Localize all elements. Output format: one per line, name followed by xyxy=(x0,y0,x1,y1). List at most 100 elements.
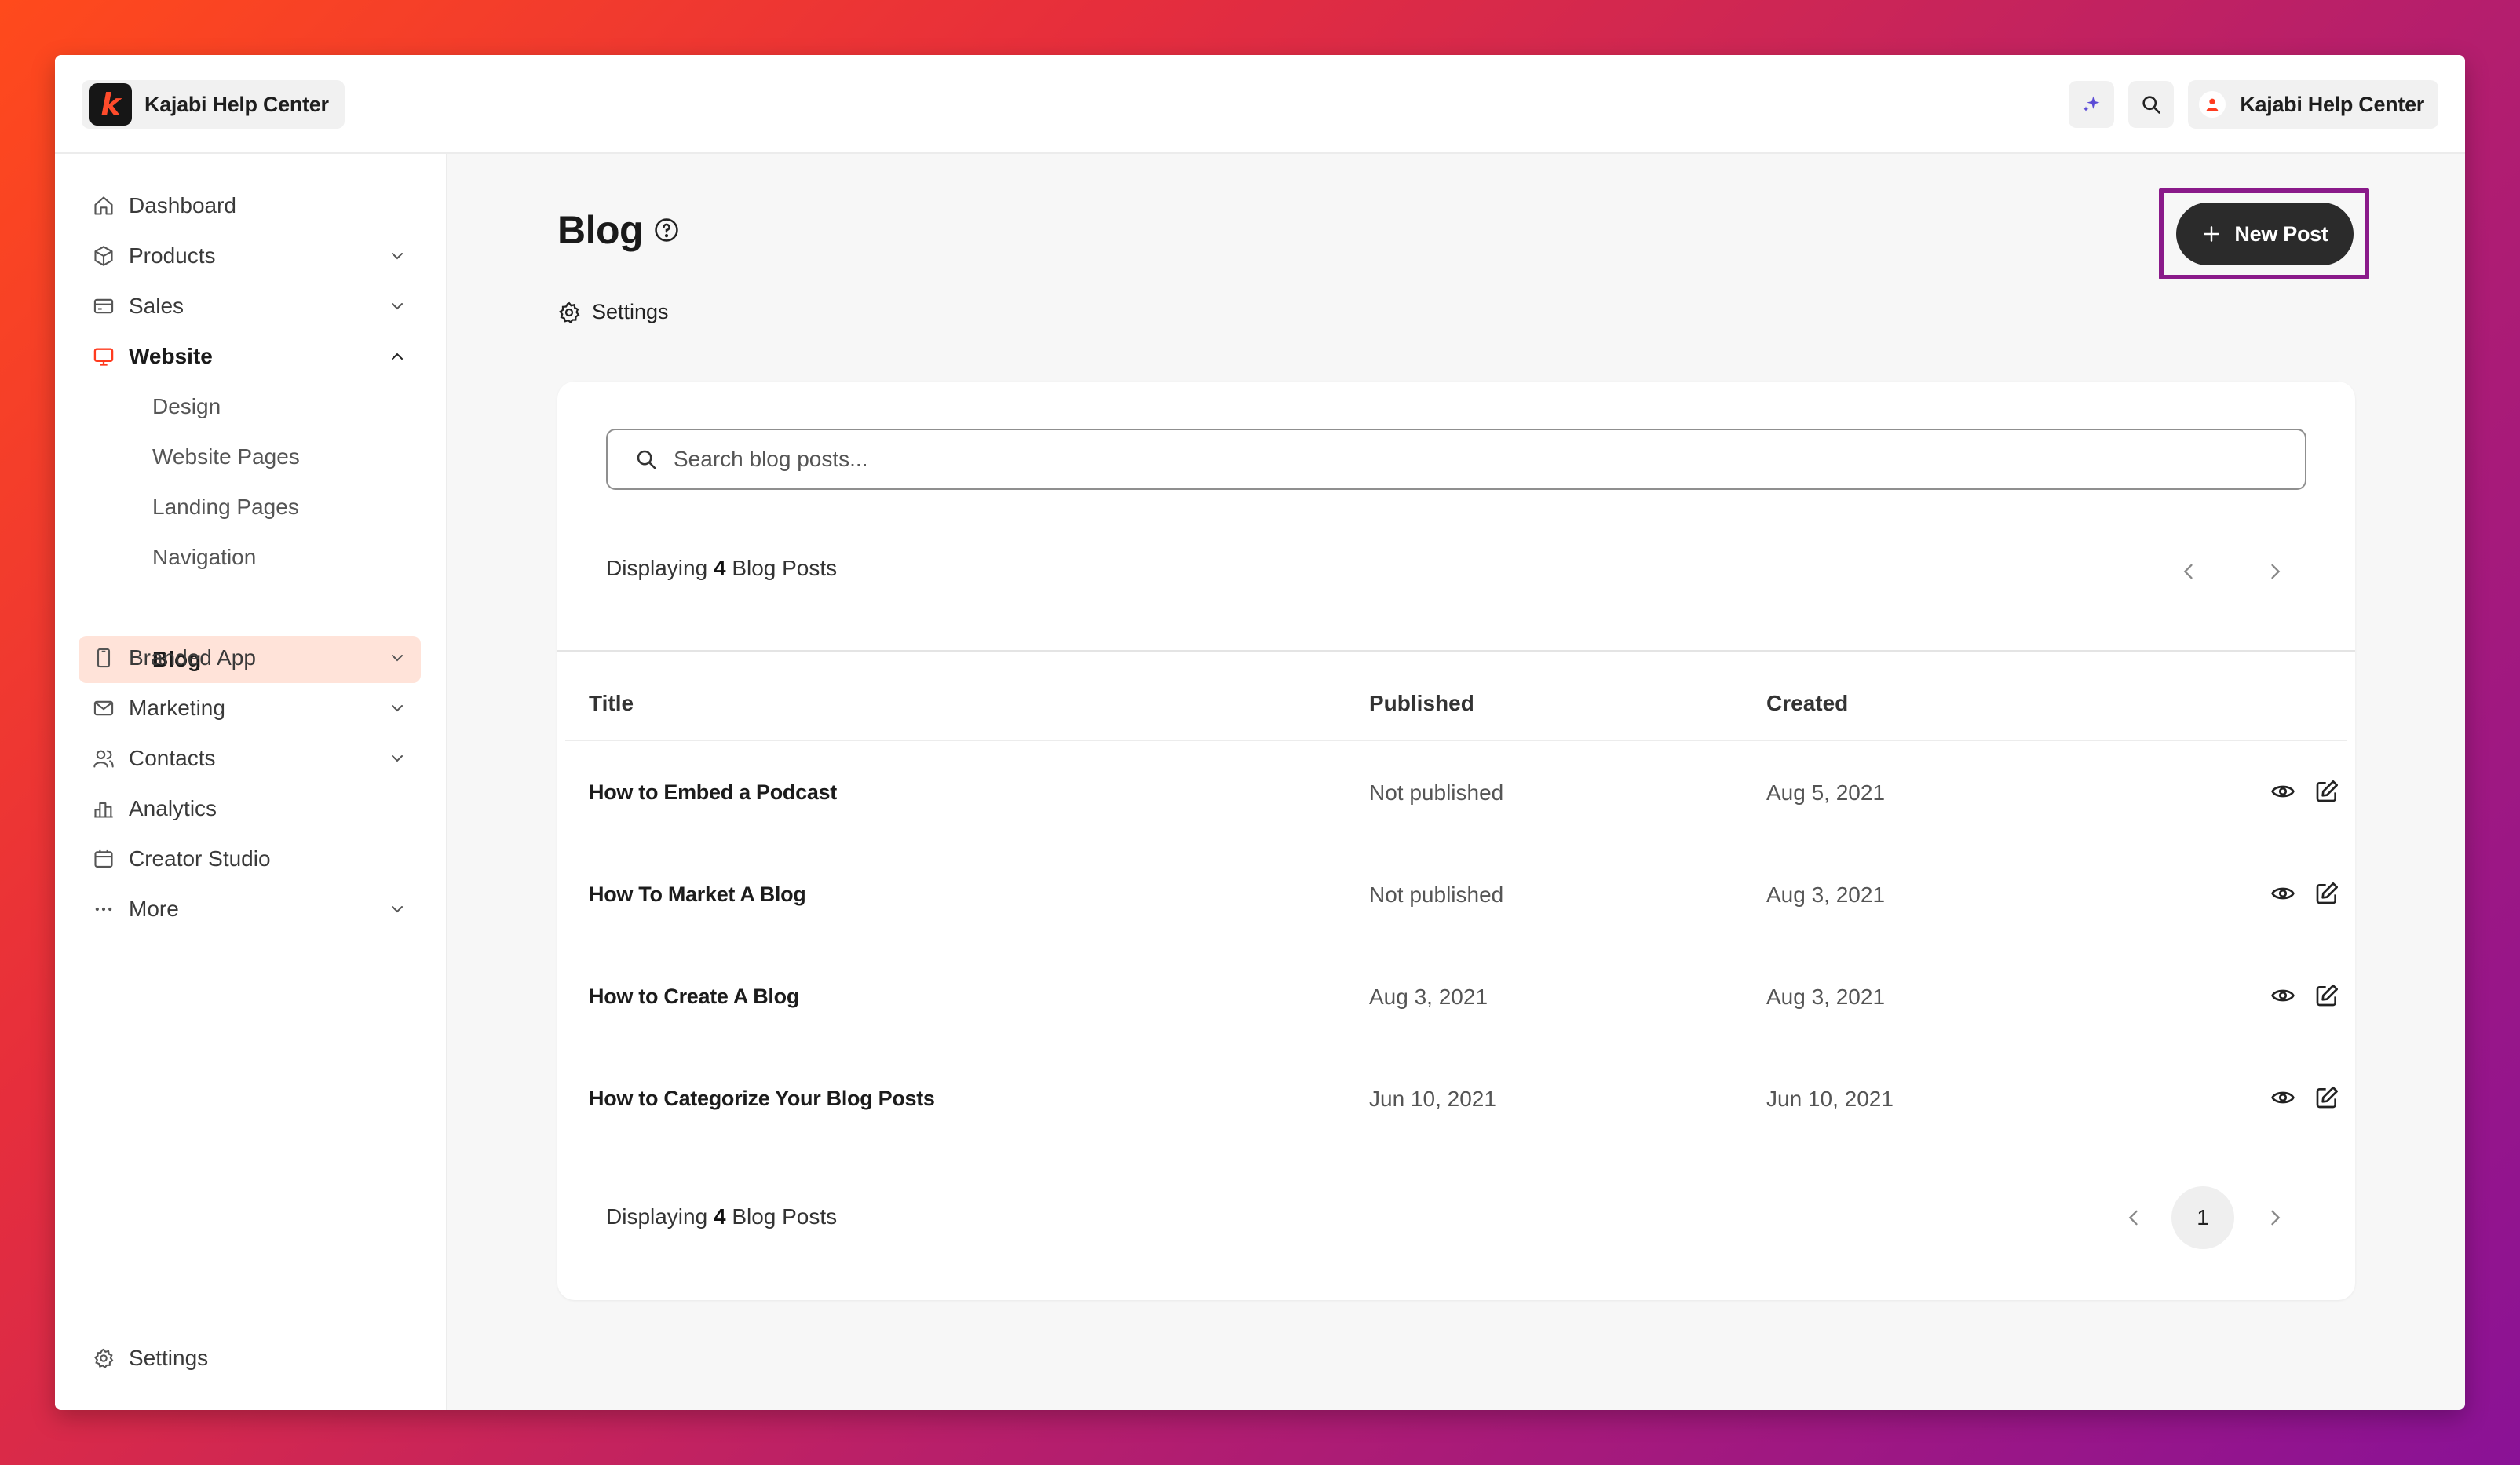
sidebar-item-products[interactable]: Products xyxy=(79,232,421,279)
sidebar-subitem-design[interactable]: Design xyxy=(79,383,421,430)
monitor-icon xyxy=(91,344,116,369)
kajabi-logo-icon: k xyxy=(89,83,132,126)
edit-icon[interactable] xyxy=(2310,876,2344,911)
app-window: k Kajabi Help Center Kajabi Help Center … xyxy=(55,55,2465,1410)
calendar-icon xyxy=(91,846,116,871)
column-header-published[interactable]: Published xyxy=(1369,691,1474,716)
column-header-title[interactable]: Title xyxy=(589,691,634,716)
sidebar-item-analytics[interactable]: Analytics xyxy=(79,785,421,832)
post-title[interactable]: How To Market A Blog xyxy=(589,882,806,907)
search-field[interactable] xyxy=(606,429,2306,490)
eye-icon[interactable] xyxy=(2266,774,2300,809)
sidebar-item-label: More xyxy=(129,897,179,921)
display-count-bottom: Displaying 4 Blog Posts xyxy=(606,1204,837,1229)
sidebar-item-label: Products xyxy=(129,243,216,268)
post-created: Jun 10, 2021 xyxy=(1766,1087,1894,1111)
next-page-button[interactable] xyxy=(2256,553,2294,590)
prev-page-button-bottom[interactable] xyxy=(2115,1199,2153,1237)
chevron-down-icon[interactable] xyxy=(385,696,410,721)
sidebar-item-dashboard[interactable]: Dashboard xyxy=(79,182,421,229)
display-count-top: Displaying 4 Blog Posts xyxy=(606,556,837,581)
display-suffix: Blog Posts xyxy=(732,556,838,580)
table-row[interactable]: How to Categorize Your Blog Posts Jun 10… xyxy=(557,1047,2355,1149)
sidebar-item-label: Analytics xyxy=(129,796,217,820)
post-published: Not published xyxy=(1369,780,1504,805)
divider xyxy=(557,650,2355,652)
top-bar: k Kajabi Help Center Kajabi Help Center xyxy=(55,55,2465,154)
plus-icon xyxy=(2204,226,2220,242)
sidebar-item-label: Website xyxy=(129,344,213,368)
post-title[interactable]: How to Categorize Your Blog Posts xyxy=(589,1087,935,1111)
chevron-right-icon xyxy=(2271,564,2281,579)
post-published: Aug 3, 2021 xyxy=(1369,985,1488,1009)
sidebar-item-more[interactable]: More xyxy=(79,886,421,933)
sidebar-subitem-landing-pages[interactable]: Landing Pages xyxy=(79,484,421,531)
display-count-number: 4 xyxy=(713,556,726,580)
sparkle-icon xyxy=(2083,96,2100,112)
sidebar-item-settings[interactable]: Settings xyxy=(79,1335,421,1382)
eye-icon[interactable] xyxy=(2266,978,2300,1013)
display-prefix: Displaying xyxy=(606,556,708,580)
search-input[interactable] xyxy=(674,447,2165,472)
sidebar-item-website[interactable]: Website xyxy=(79,333,421,380)
sidebar-subitem-navigation[interactable]: Navigation xyxy=(79,534,421,581)
sidebar-item-label: Branded App xyxy=(129,645,256,670)
blog-settings-link[interactable]: Settings xyxy=(557,300,669,324)
search-icon xyxy=(2142,96,2161,114)
column-header-created[interactable]: Created xyxy=(1766,691,1848,716)
sidebar-item-label: Sales xyxy=(129,294,184,318)
edit-icon[interactable] xyxy=(2310,1080,2344,1115)
table-row[interactable]: How to Create A Blog Aug 3, 2021 Aug 3, … xyxy=(557,945,2355,1047)
chevron-down-icon[interactable] xyxy=(385,294,410,319)
sidebar-item-contacts[interactable]: Contacts xyxy=(79,735,421,782)
sidebar-subitem-website-pages[interactable]: Website Pages xyxy=(79,433,421,480)
chevron-down-icon[interactable] xyxy=(385,645,410,670)
sidebar-item-label: Contacts xyxy=(129,746,216,770)
mail-icon xyxy=(91,696,116,721)
credit-card-icon xyxy=(91,294,116,319)
sidebar-item-branded-app[interactable]: Branded App xyxy=(79,634,421,681)
page-number-button[interactable]: 1 xyxy=(2171,1186,2234,1249)
chevron-up-icon[interactable] xyxy=(385,344,410,369)
post-created: Aug 3, 2021 xyxy=(1766,985,1886,1009)
gear-icon xyxy=(91,1346,116,1371)
user-name: Kajabi Help Center xyxy=(2240,92,2424,116)
chevron-left-icon xyxy=(2128,1210,2138,1226)
search-icon xyxy=(637,450,656,469)
site-name: Kajabi Help Center xyxy=(144,92,329,116)
post-title[interactable]: How to Embed a Podcast xyxy=(589,780,837,805)
user-menu-button[interactable]: Kajabi Help Center xyxy=(2188,80,2438,129)
chevron-right-icon xyxy=(2271,1210,2281,1226)
post-created: Aug 5, 2021 xyxy=(1766,780,1886,805)
chevron-down-icon[interactable] xyxy=(385,897,410,922)
new-post-button[interactable]: New Post xyxy=(2176,203,2354,265)
eye-icon[interactable] xyxy=(2266,876,2300,911)
eye-icon[interactable] xyxy=(2266,1080,2300,1115)
edit-icon[interactable] xyxy=(2310,978,2344,1013)
more-dots-icon xyxy=(91,897,116,922)
post-published: Not published xyxy=(1369,882,1504,907)
help-icon[interactable] xyxy=(653,217,680,247)
home-icon xyxy=(91,193,116,218)
gear-icon xyxy=(559,301,580,323)
chevron-down-icon[interactable] xyxy=(385,746,410,771)
sidebar-item-sales[interactable]: Sales xyxy=(79,283,421,330)
settings-label: Settings xyxy=(592,300,669,323)
sidebar-item-marketing[interactable]: Marketing xyxy=(79,685,421,732)
avatar xyxy=(2199,91,2226,118)
site-switcher[interactable]: k Kajabi Help Center xyxy=(82,80,345,129)
prev-page-button[interactable] xyxy=(2170,553,2208,590)
global-search-button[interactable] xyxy=(2128,81,2175,128)
chevron-down-icon[interactable] xyxy=(385,243,410,269)
post-created: Aug 3, 2021 xyxy=(1766,882,1886,907)
table-row[interactable]: How to Embed a Podcast Not published Aug… xyxy=(557,741,2355,843)
next-page-button-bottom[interactable] xyxy=(2256,1199,2294,1237)
user-icon xyxy=(2206,98,2219,111)
blog-posts-card: Displaying 4 Blog Posts Title Published … xyxy=(557,382,2355,1300)
ai-assistant-button[interactable] xyxy=(2069,81,2115,128)
top-actions: Kajabi Help Center xyxy=(2069,80,2438,129)
edit-icon[interactable] xyxy=(2310,774,2344,809)
post-title[interactable]: How to Create A Blog xyxy=(589,985,799,1009)
sidebar-item-creator-studio[interactable]: Creator Studio xyxy=(79,835,421,882)
table-row[interactable]: How To Market A Blog Not published Aug 3… xyxy=(557,843,2355,945)
